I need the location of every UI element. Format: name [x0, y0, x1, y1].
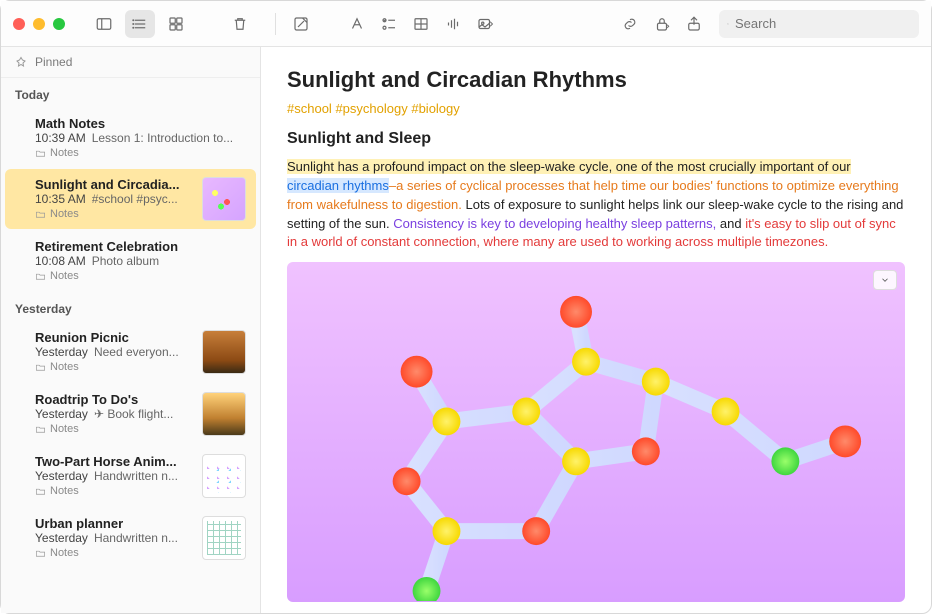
lock-note-button[interactable]	[647, 10, 677, 38]
folder-icon	[35, 362, 46, 373]
table-button[interactable]	[406, 10, 436, 38]
new-note-button[interactable]	[286, 10, 316, 38]
note-item-folder: Notes	[35, 485, 194, 497]
note-list-item[interactable]: Roadtrip To Do'sYesterday✈︎ Book flight.…	[5, 384, 256, 444]
search-field[interactable]	[719, 10, 919, 38]
link-text[interactable]: circadian rhythms	[287, 178, 389, 193]
note-item-subtitle: 10:35 AM#school #psyc...	[35, 192, 194, 206]
folder-icon	[35, 424, 46, 435]
note-thumbnail	[202, 177, 246, 221]
notes-sidebar: Pinned Today Math Notes10:39 AMLesson 1:…	[1, 47, 261, 613]
tag[interactable]: #biology	[411, 101, 459, 116]
minimize-window-button[interactable]	[33, 18, 45, 30]
note-thumbnail	[202, 516, 246, 560]
note-thumbnail	[202, 330, 246, 374]
checklist-button[interactable]	[374, 10, 404, 38]
toolbar-left	[13, 10, 265, 38]
note-tags: #school #psychology #biology	[287, 101, 905, 116]
toolbar-right	[286, 10, 919, 38]
close-window-button[interactable]	[13, 18, 25, 30]
folder-icon	[35, 548, 46, 559]
toolbar	[1, 1, 931, 47]
note-subtitle: Sunlight and Sleep	[287, 130, 905, 148]
note-item-folder: Notes	[35, 361, 194, 373]
molecule-graphic	[287, 262, 905, 601]
folder-icon	[35, 271, 46, 282]
section-today: Today	[1, 78, 260, 106]
tag[interactable]: #school	[287, 101, 332, 116]
list-view-button[interactable]	[125, 10, 155, 38]
folder-icon	[35, 148, 46, 159]
note-paragraph: Sunlight has a profound impact on the sl…	[287, 158, 905, 252]
note-item-folder: Notes	[35, 547, 194, 559]
pin-icon	[15, 56, 27, 68]
pinned-label: Pinned	[35, 55, 72, 69]
pinned-header[interactable]: Pinned	[1, 47, 260, 78]
note-list-item[interactable]: Retirement Celebration10:08 AMPhoto albu…	[5, 231, 256, 290]
note-title: Sunlight and Circadian Rhythms	[287, 67, 905, 93]
note-thumbnail	[202, 454, 246, 498]
note-item-subtitle: Yesterday✈︎ Book flight...	[35, 407, 194, 421]
window-controls	[13, 18, 65, 30]
section-yesterday: Yesterday	[1, 292, 260, 320]
note-item-title: Reunion Picnic	[35, 330, 194, 345]
note-item-subtitle: 10:08 AMPhoto album	[35, 254, 246, 268]
note-item-folder: Notes	[35, 147, 246, 159]
gallery-view-button[interactable]	[161, 10, 191, 38]
media-button[interactable]	[470, 10, 500, 38]
note-list-item[interactable]: Sunlight and Circadia...10:35 AM#school …	[5, 169, 256, 229]
tag[interactable]: #psychology	[335, 101, 407, 116]
note-item-title: Roadtrip To Do's	[35, 392, 194, 407]
note-item-folder: Notes	[35, 208, 194, 220]
highlighted-text: Sunlight has a profound impact on the sl…	[287, 159, 851, 174]
fullscreen-window-button[interactable]	[53, 18, 65, 30]
note-item-title: Urban planner	[35, 516, 194, 531]
note-item-subtitle: YesterdayNeed everyon...	[35, 345, 194, 359]
note-item-folder: Notes	[35, 423, 194, 435]
text-format-button[interactable]	[342, 10, 372, 38]
toggle-sidebar-button[interactable]	[89, 10, 119, 38]
note-list-item[interactable]: Reunion PicnicYesterdayNeed everyon... No…	[5, 322, 256, 382]
note-thumbnail	[202, 392, 246, 436]
note-item-title: Two-Part Horse Anim...	[35, 454, 194, 469]
note-item-title: Math Notes	[35, 116, 246, 131]
note-item-subtitle: YesterdayHandwritten n...	[35, 469, 194, 483]
search-input[interactable]	[735, 16, 911, 31]
toolbar-separator	[275, 13, 276, 35]
note-item-subtitle: 10:39 AMLesson 1: Introduction to...	[35, 131, 246, 145]
share-button[interactable]	[679, 10, 709, 38]
search-icon	[727, 15, 729, 33]
note-item-title: Sunlight and Circadia...	[35, 177, 194, 192]
link-note-button[interactable]	[615, 10, 645, 38]
note-content[interactable]: Sunlight and Circadian Rhythms #school #…	[261, 47, 931, 613]
note-image[interactable]	[287, 262, 905, 602]
note-list-item[interactable]: Math Notes10:39 AMLesson 1: Introduction…	[5, 108, 256, 167]
main-body: Pinned Today Math Notes10:39 AMLesson 1:…	[1, 47, 931, 613]
audio-button[interactable]	[438, 10, 468, 38]
folder-icon	[35, 486, 46, 497]
colored-text: Consistency is key to developing healthy…	[393, 216, 716, 231]
delete-note-button[interactable]	[225, 10, 255, 38]
note-item-title: Retirement Celebration	[35, 239, 246, 254]
note-list-item[interactable]: Two-Part Horse Anim...YesterdayHandwritt…	[5, 446, 256, 506]
body-text: and	[716, 216, 745, 231]
note-list-item[interactable]: Urban plannerYesterdayHandwritten n... No…	[5, 508, 256, 568]
folder-icon	[35, 209, 46, 220]
note-item-subtitle: YesterdayHandwritten n...	[35, 531, 194, 545]
note-item-folder: Notes	[35, 270, 246, 282]
